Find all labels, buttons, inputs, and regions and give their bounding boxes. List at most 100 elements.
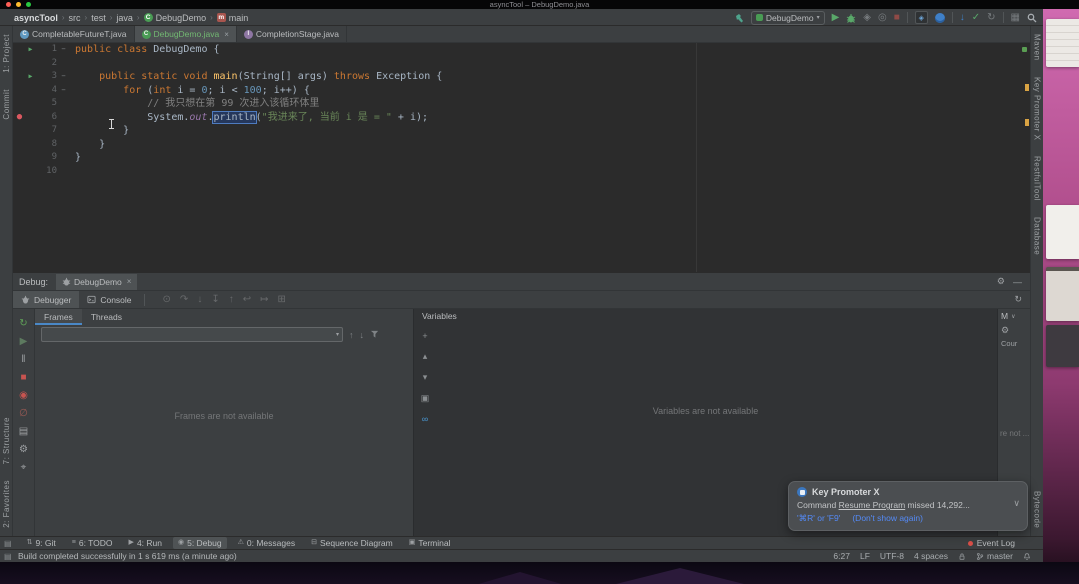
- profiler-icon[interactable]: ◎: [878, 9, 887, 26]
- notification-balloon[interactable]: Key Promoter X Command Resume Program mi…: [788, 481, 1028, 531]
- run-button-icon[interactable]: ▶: [832, 9, 840, 26]
- status-message[interactable]: Build completed successfully in 1 s 619 …: [18, 550, 237, 562]
- show-execution-point-icon[interactable]: ⊙: [163, 294, 171, 305]
- code-line[interactable]: 4− for (int i = 0; i < 100; i++) {: [13, 84, 1030, 98]
- indent-widget[interactable]: 4 spaces: [914, 551, 948, 561]
- tool-stripe-button[interactable]: Maven: [1033, 34, 1042, 61]
- build-hammer-icon[interactable]: [734, 13, 744, 23]
- dont-show-again-link[interactable]: (Don't show again): [852, 513, 923, 524]
- editor-tab[interactable]: C CompletableFutureT.java: [13, 26, 135, 42]
- chevron-down-icon[interactable]: ∨: [1013, 498, 1020, 509]
- vcs-commit-icon[interactable]: ✓: [972, 9, 980, 26]
- evaluate-expression-icon[interactable]: ⊞: [277, 294, 285, 305]
- pause-icon[interactable]: ‖: [21, 354, 25, 365]
- code-line[interactable]: ▶ 1− public class DebugDemo {: [13, 43, 1030, 57]
- tool-stripe-button[interactable]: Database: [1033, 217, 1042, 255]
- gutter[interactable]: 4−: [13, 84, 68, 98]
- history-icon[interactable]: ↻: [987, 9, 995, 26]
- tool-stripe-button[interactable]: Commit: [2, 89, 11, 120]
- scroll-up-icon[interactable]: ▴: [423, 351, 428, 362]
- toolwindow-toggle-icon[interactable]: ▤: [4, 552, 12, 561]
- code-line[interactable]: 9}: [13, 151, 1030, 165]
- toolwindow-button-todo[interactable]: ≡ 6: TODO: [67, 537, 118, 549]
- breadcrumb-item[interactable]: src: [69, 13, 81, 23]
- coverage-icon[interactable]: ◈: [863, 9, 871, 26]
- lock-icon[interactable]: [958, 552, 966, 561]
- breadcrumb-item[interactable]: C DebugDemo: [143, 13, 206, 23]
- gutter[interactable]: 9: [13, 151, 68, 165]
- code-line[interactable]: 2: [13, 57, 1030, 71]
- tool-stripe-button[interactable]: 2: Favorites: [2, 480, 11, 528]
- toolwindow-button-git[interactable]: ⇅ 9: Git: [22, 537, 61, 549]
- debug-session-tab[interactable]: DebugDemo ×: [56, 273, 138, 290]
- thread-selector-combo[interactable]: ▾: [41, 327, 343, 342]
- filter-frames-icon[interactable]: [370, 330, 379, 339]
- stop-button-icon[interactable]: ■: [894, 9, 900, 26]
- fold-icon[interactable]: −: [59, 84, 68, 98]
- settings-icon[interactable]: ⚙: [19, 444, 28, 455]
- gutter[interactable]: ▶ 1−: [13, 43, 68, 57]
- globe-icon[interactable]: [934, 12, 945, 23]
- step-over-icon[interactable]: ↷: [180, 294, 188, 305]
- project-structure-icon[interactable]: ▦: [1011, 9, 1020, 26]
- toolwindow-button-debug[interactable]: ◉ 5: Debug: [172, 537, 227, 549]
- tool-stripe-button[interactable]: Bytecode: [1033, 491, 1042, 528]
- rerun-icon[interactable]: ↻: [19, 318, 27, 329]
- gutter[interactable]: ● 6: [13, 111, 68, 125]
- gutter[interactable]: ▶ 3−: [13, 70, 68, 84]
- memory-settings-icon[interactable]: ⚙: [1001, 325, 1009, 336]
- editor-tab-active[interactable]: C DebugDemo.java ×: [134, 26, 237, 42]
- run-line-icon[interactable]: ▶: [26, 43, 35, 57]
- run-config-selector[interactable]: DebugDemo ▾: [750, 10, 825, 25]
- toolwindow-button-messages[interactable]: ⚠ 0: Messages: [233, 537, 300, 549]
- caret-position-widget[interactable]: 6:27: [833, 551, 850, 561]
- breadcrumb-item[interactable]: test: [91, 13, 106, 23]
- inspections-status-icon[interactable]: [1022, 47, 1027, 52]
- toolwindow-button-diagram[interactable]: ⊟ Sequence Diagram: [306, 537, 398, 549]
- toolwindow-button-run[interactable]: ▶ 4: Run: [124, 537, 167, 549]
- window-switcher-icon[interactable]: ▤: [4, 539, 12, 548]
- line-ending-widget[interactable]: LF: [860, 551, 870, 561]
- pin-icon[interactable]: ⌖: [21, 462, 27, 473]
- code-line[interactable]: ● 6 System.out.println("我进来了, 当前 i 是 = " …: [13, 110, 1030, 125]
- layout-settings-icon[interactable]: ⚙: [997, 276, 1005, 287]
- tool-stripe-button[interactable]: 7: Structure: [2, 417, 11, 464]
- run-line-icon[interactable]: ▶: [26, 70, 35, 84]
- frame-down-icon[interactable]: ↓: [360, 330, 365, 340]
- thread-dump-icon[interactable]: ▤: [19, 426, 28, 437]
- tab-console[interactable]: Console: [79, 291, 139, 308]
- gutter[interactable]: 10: [13, 165, 68, 179]
- breadcrumb-item[interactable]: java: [116, 13, 133, 23]
- tab-frames[interactable]: Frames: [35, 309, 82, 325]
- view-breakpoints-icon[interactable]: ◉: [19, 390, 28, 401]
- breadcrumb-item[interactable]: asyncTool: [14, 13, 58, 23]
- resume-icon[interactable]: ▶: [20, 336, 28, 347]
- tool-stripe-button[interactable]: RestfulTool: [1033, 156, 1042, 201]
- tool-stripe-button[interactable]: 1: Project: [2, 34, 11, 73]
- tab-threads[interactable]: Threads: [82, 309, 131, 325]
- close-session-icon[interactable]: ×: [127, 277, 132, 286]
- fold-icon[interactable]: −: [59, 43, 68, 57]
- run-to-cursor-icon[interactable]: ↦: [260, 294, 268, 305]
- shortcut-link[interactable]: '⌘R' or 'F9': [797, 513, 840, 524]
- encoding-widget[interactable]: UTF-8: [880, 551, 904, 561]
- duplicate-icon[interactable]: ▣: [421, 393, 430, 404]
- toolwindow-button-terminal[interactable]: ▣ Terminal: [404, 537, 456, 549]
- debug-button-icon[interactable]: [846, 13, 856, 23]
- force-step-into-icon[interactable]: ↧: [211, 294, 219, 305]
- gutter[interactable]: 7: [13, 124, 68, 138]
- code-line[interactable]: 7 }: [13, 124, 1030, 138]
- tab-debugger[interactable]: Debugger: [13, 291, 80, 308]
- git-branch-widget[interactable]: master: [976, 551, 1013, 561]
- gutter[interactable]: 5: [13, 97, 68, 111]
- restore-layout-icon[interactable]: ↻: [1014, 294, 1022, 305]
- code-line[interactable]: ▶ 3− public static void main(String[] arg…: [13, 70, 1030, 84]
- code-editor[interactable]: ▶ 1− public class DebugDemo {2 ▶ 3− public s…: [13, 43, 1030, 272]
- chevron-down-icon[interactable]: ∨: [1011, 313, 1015, 320]
- step-out-icon[interactable]: ↑: [229, 294, 234, 305]
- code-area[interactable]: ▶ 1− public class DebugDemo {2 ▶ 3− public s…: [13, 43, 1030, 178]
- window-titlebar[interactable]: asyncTool – DebugDemo.java: [0, 0, 1079, 9]
- add-watch-icon[interactable]: +: [422, 331, 427, 341]
- search-everywhere-icon[interactable]: [1027, 13, 1037, 23]
- mute-breakpoints-icon[interactable]: ∅: [19, 408, 28, 419]
